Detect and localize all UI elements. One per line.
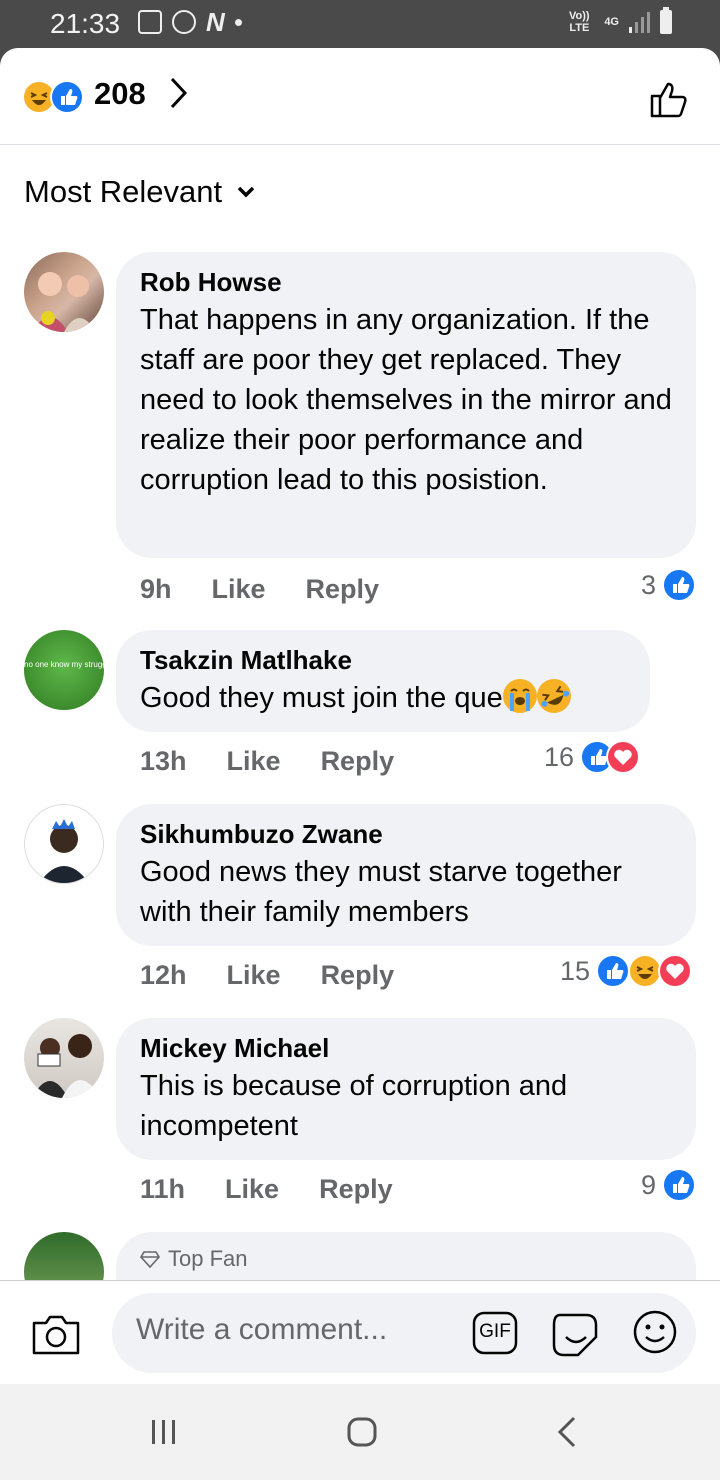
comment-actions: 11h Like Reply bbox=[140, 1174, 393, 1205]
gif-icon[interactable]: GIF bbox=[472, 1311, 518, 1355]
volte-icon: Vo)) LTE bbox=[569, 10, 590, 34]
comment-actions: 13h Like Reply bbox=[140, 746, 394, 777]
comment-author[interactable]: Mickey Michael bbox=[140, 1032, 672, 1064]
comment-composer: Write a comment... GIF bbox=[0, 1280, 720, 1384]
reaction-count[interactable]: 208 bbox=[94, 76, 146, 112]
signal-strength-icon bbox=[629, 11, 650, 33]
n-app-notification-icon: N bbox=[206, 7, 225, 37]
like-button[interactable]: Like bbox=[212, 574, 266, 605]
chevron-right-icon[interactable] bbox=[168, 76, 188, 119]
comment-input[interactable]: Write a comment... GIF bbox=[112, 1293, 696, 1373]
status-time: 21:33 bbox=[50, 8, 121, 39]
network-type-icon: 4G bbox=[604, 16, 619, 28]
comment-reactions[interactable]: 16 bbox=[544, 740, 644, 774]
system-nav-bar bbox=[0, 1384, 720, 1480]
top-fan-badge: Top Fan bbox=[140, 1246, 672, 1272]
status-bar: 21:33 N Vo)) LTE 4G bbox=[0, 0, 720, 48]
comment-placeholder: Write a comment... bbox=[136, 1313, 388, 1346]
rolling-laughing-emoji-icon bbox=[531, 673, 577, 719]
comment-reactions[interactable]: 15 bbox=[560, 954, 693, 988]
comment-bubble[interactable]: Tsakzin Matlhake Good they must join the… bbox=[116, 630, 650, 732]
avatar[interactable]: no one know my struggle bbox=[24, 630, 104, 710]
back-icon[interactable] bbox=[552, 1414, 580, 1450]
comment-text: Good they must join the que bbox=[140, 682, 503, 714]
comment-bubble[interactable]: Rob Howse That happens in any organizati… bbox=[116, 252, 696, 558]
reactions-header: 208 bbox=[0, 48, 720, 145]
avatar-caption: no one know my struggle bbox=[24, 660, 104, 669]
comment-reactions[interactable]: 3 bbox=[641, 568, 696, 602]
like-button[interactable]: Like bbox=[225, 1174, 279, 1205]
comment-author[interactable]: Tsakzin Matlhake bbox=[140, 644, 626, 676]
status-notification-icons: N bbox=[138, 7, 242, 37]
love-reaction-icon bbox=[606, 740, 641, 774]
sort-label: Most Relevant bbox=[24, 174, 223, 209]
reply-button[interactable]: Reply bbox=[306, 574, 380, 605]
sort-dropdown[interactable]: Most Relevant bbox=[24, 174, 256, 210]
like-reaction-icon bbox=[596, 954, 631, 988]
reaction-count: 15 bbox=[560, 955, 591, 986]
avatar[interactable] bbox=[24, 804, 104, 884]
emoji-icon[interactable] bbox=[632, 1309, 678, 1355]
reaction-count: 9 bbox=[640, 1169, 656, 1200]
chevron-down-icon bbox=[237, 186, 255, 198]
reply-button[interactable]: Reply bbox=[321, 746, 395, 777]
reply-button[interactable]: Reply bbox=[321, 960, 395, 991]
reactions-summary[interactable] bbox=[22, 80, 86, 114]
status-system-icons: Vo)) LTE 4G bbox=[564, 7, 672, 34]
comment-actions: 9h Like Reply bbox=[140, 574, 379, 605]
more-notifications-icon bbox=[234, 18, 242, 26]
comment-text: That happens in any organization. If the… bbox=[140, 304, 672, 496]
reaction-count: 16 bbox=[544, 741, 575, 772]
home-icon[interactable] bbox=[346, 1416, 378, 1448]
comment-bubble[interactable]: Sikhumbuzo Zwane Good news they must sta… bbox=[116, 804, 696, 946]
comment-bubble[interactable]: Mickey Michael This is because of corrup… bbox=[116, 1018, 696, 1160]
badge-label: Top Fan bbox=[168, 1246, 248, 1271]
comment-time[interactable]: 11h bbox=[140, 1174, 185, 1205]
like-reaction-icon bbox=[662, 1168, 696, 1202]
comment-time[interactable]: 12h bbox=[140, 960, 187, 991]
reaction-icons bbox=[596, 954, 693, 988]
sync-notification-icon bbox=[172, 10, 196, 34]
camera-icon[interactable] bbox=[30, 1311, 82, 1357]
reply-button[interactable]: Reply bbox=[319, 1174, 393, 1205]
crying-face-emoji-icon bbox=[502, 679, 537, 713]
comment-text-wrap: Good they must join the que bbox=[140, 673, 626, 719]
comment-time[interactable]: 13h bbox=[140, 746, 187, 777]
love-reaction-icon bbox=[658, 954, 693, 988]
gallery-notification-icon bbox=[138, 10, 162, 34]
comment-text: Good news they must starve together with… bbox=[140, 856, 622, 928]
haha-reaction-icon bbox=[628, 954, 663, 988]
recents-icon[interactable] bbox=[148, 1416, 180, 1448]
gif-label: GIF bbox=[479, 1321, 511, 1342]
comment-actions: 12h Like Reply bbox=[140, 960, 394, 991]
comment-author[interactable]: Sikhumbuzo Zwane bbox=[140, 818, 672, 850]
like-reaction-icon bbox=[50, 80, 84, 114]
like-reaction-icon bbox=[662, 568, 696, 602]
like-button[interactable]: Like bbox=[227, 746, 281, 777]
like-button[interactable]: Like bbox=[227, 960, 281, 991]
thumbs-up-outline-icon[interactable] bbox=[648, 78, 690, 120]
reaction-icons bbox=[580, 740, 644, 774]
avatar[interactable] bbox=[24, 1018, 104, 1098]
sticker-icon[interactable] bbox=[550, 1309, 600, 1357]
comment-reactions[interactable]: 9 bbox=[641, 1168, 696, 1202]
comments-sheet: 208 Most Relevant Rob Howse That happens… bbox=[0, 48, 720, 1384]
battery-icon bbox=[660, 7, 672, 34]
comment-author[interactable]: Rob Howse bbox=[140, 266, 672, 298]
reaction-count: 3 bbox=[640, 569, 656, 600]
avatar[interactable] bbox=[24, 252, 104, 332]
diamond-icon bbox=[140, 1251, 160, 1268]
comment-time[interactable]: 9h bbox=[140, 574, 172, 605]
comment-text: This is because of corruption and incomp… bbox=[140, 1070, 568, 1142]
